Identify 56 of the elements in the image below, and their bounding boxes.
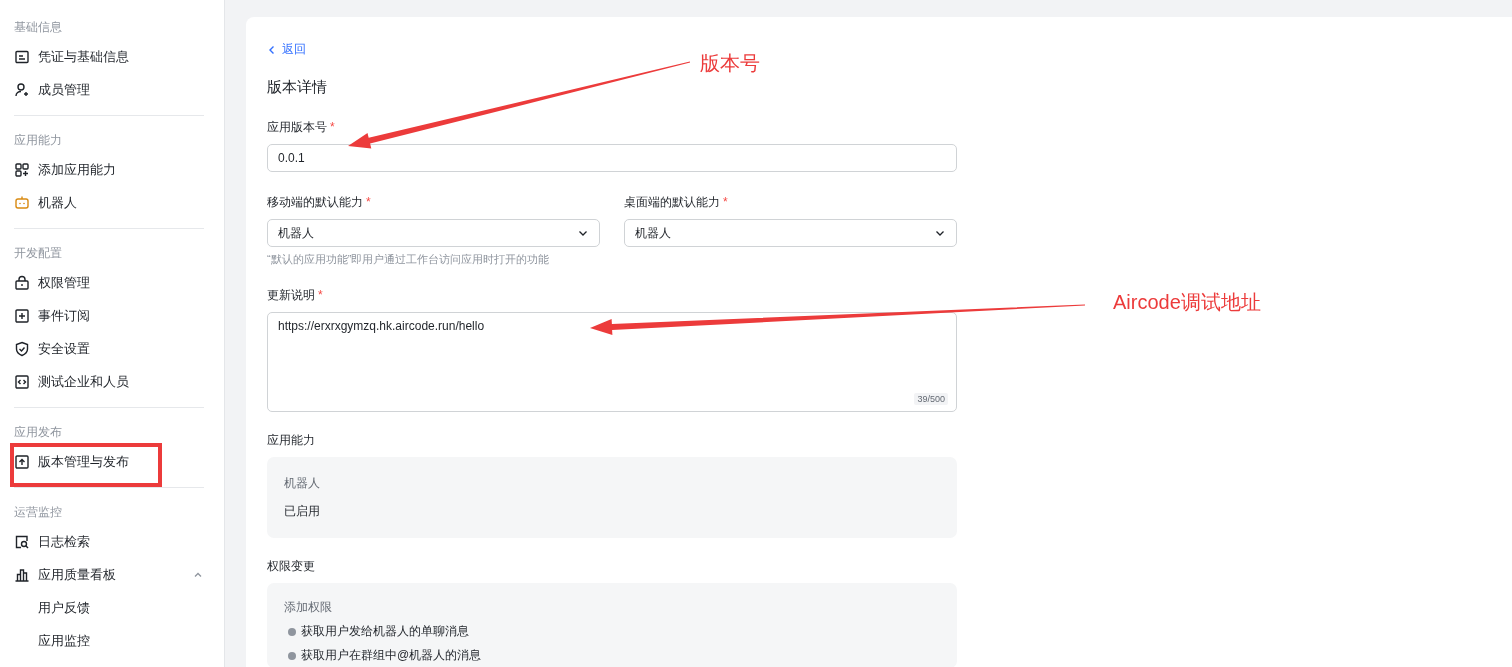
code-icon [14, 373, 30, 390]
section-title: 应用发布 [14, 424, 63, 441]
sidebar-item[interactable]: 日志检索 [14, 525, 204, 558]
back-link[interactable]: 返回 [267, 41, 306, 58]
required-mark: * [723, 195, 728, 209]
user-add-icon [14, 81, 30, 98]
sidebar-item[interactable]: 应用质量看板 [14, 558, 204, 591]
field-label: 移动端的默认能力 * [267, 194, 371, 211]
capability-status: 已启用 [284, 503, 321, 520]
sidebar-item[interactable]: 添加应用能力 [14, 153, 204, 186]
shield-check-icon [14, 340, 30, 357]
grid-plus-icon [14, 161, 30, 178]
permission-text: 获取用户发给机器人的单聊消息 [301, 623, 469, 640]
sidebar-item[interactable]: 安全设置 [14, 332, 204, 365]
chevron-left-icon [267, 44, 277, 55]
permissions-heading: 添加权限 [284, 599, 333, 616]
section-label: 应用能力 [267, 432, 315, 449]
field-label: 更新说明 * [267, 287, 323, 304]
required-mark: * [330, 120, 335, 134]
required-mark: * [366, 195, 371, 209]
section-title: 开发配置 [14, 245, 63, 262]
sidebar-item[interactable]: 凭证与基础信息 [14, 40, 204, 73]
version-input[interactable]: 0.0.1 [267, 144, 957, 172]
hint-text: “默认的应用功能”即用户通过工作台访问应用时打开的功能 [267, 252, 551, 267]
sidebar-item[interactable]: 权限管理 [14, 266, 204, 299]
search-document-icon [14, 533, 30, 550]
select-field[interactable]: 机器人 [624, 219, 957, 247]
upload-icon [14, 453, 30, 470]
section-title: 基础信息 [14, 19, 63, 36]
sidebar-subitem[interactable]: 应用监控 [14, 624, 204, 657]
permission-text: 获取用户在群组中@机器人的消息 [301, 647, 482, 664]
section-label: 权限变更 [267, 558, 315, 575]
field-label: 桌面端的默认能力 * [624, 194, 728, 211]
bullet-icon [288, 627, 296, 636]
sidebar-item[interactable]: 事件订阅 [14, 299, 204, 332]
capability-name: 机器人 [284, 475, 321, 492]
required-mark: * [318, 288, 323, 302]
field-label: 应用版本号 * [267, 119, 335, 136]
robot-icon [14, 194, 30, 211]
sidebar-subitem[interactable]: 用户反馈 [14, 591, 204, 624]
select-field[interactable]: 机器人 [267, 219, 600, 247]
bullet-icon [288, 651, 296, 660]
section-title: 应用能力 [14, 132, 63, 149]
page-title: 版本详情 [267, 78, 328, 97]
sidebar-item[interactable]: 机器人 [14, 186, 204, 219]
lock-icon [14, 274, 30, 291]
sidebar-item[interactable]: 成员管理 [14, 73, 204, 106]
bar-chart-icon [14, 566, 30, 583]
card-icon [14, 48, 30, 65]
character-counter: 39/500 [914, 393, 948, 405]
sidebar-item[interactable]: 版本管理与发布 [14, 445, 204, 478]
annotation-label: 版本号 [700, 51, 760, 76]
plus-square-icon [14, 307, 30, 324]
section-title: 运营监控 [14, 504, 63, 521]
annotation-label: Aircode调试地址 [1113, 290, 1261, 315]
sidebar-item[interactable]: 测试企业和人员 [14, 365, 204, 398]
